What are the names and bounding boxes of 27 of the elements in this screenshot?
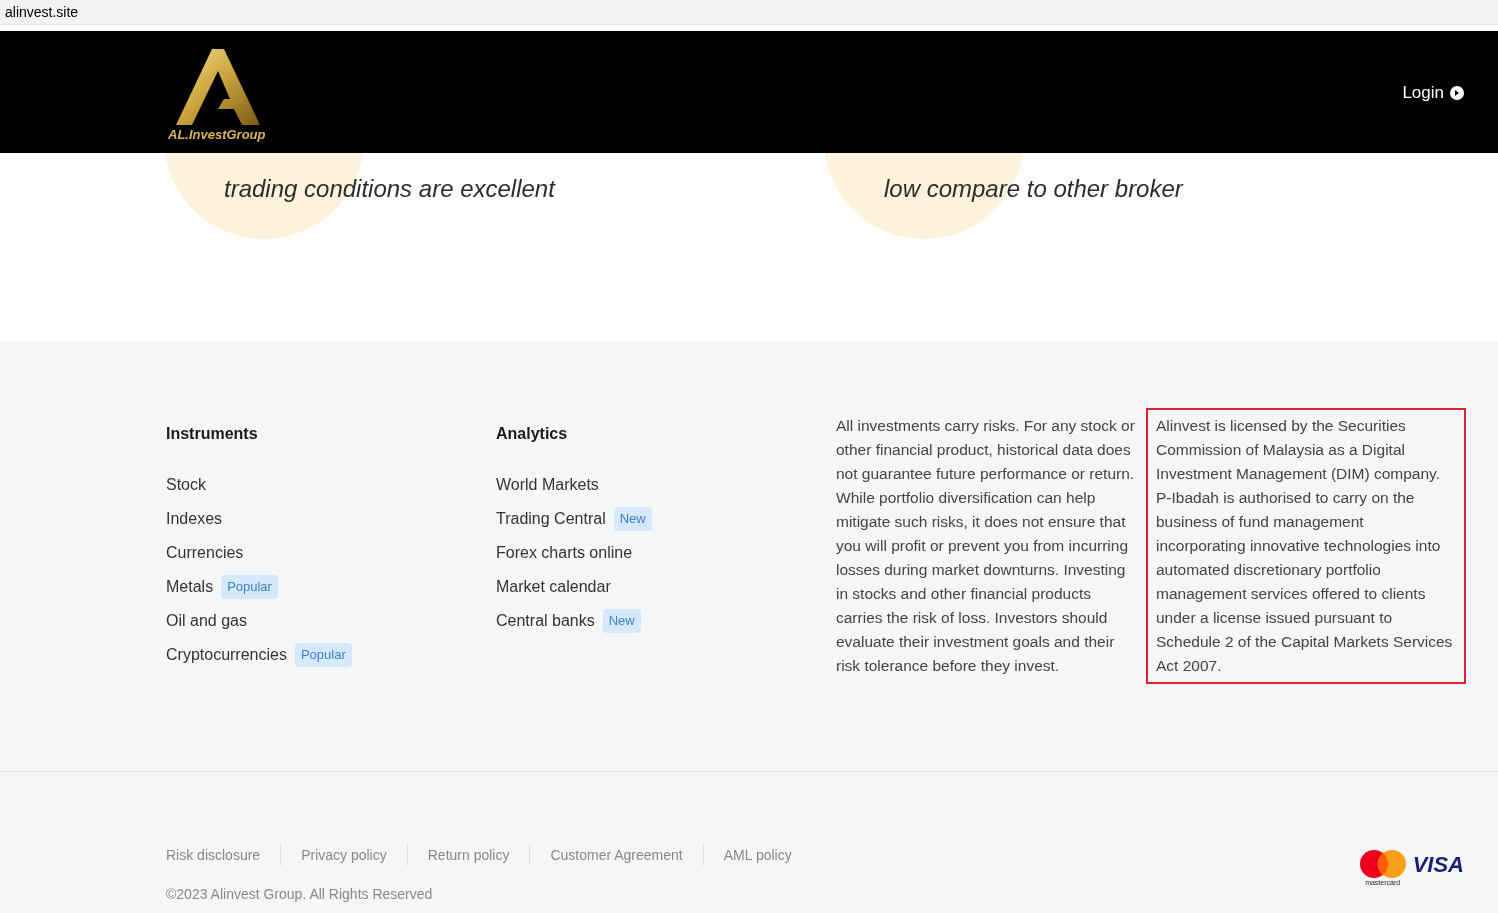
footer-link[interactable]: World Markets bbox=[496, 473, 599, 497]
column-heading: Analytics bbox=[496, 424, 569, 442]
footer-link[interactable]: Trading Central bbox=[496, 507, 606, 531]
testimonial-text: low compare to other broker bbox=[884, 174, 1183, 204]
notice-paragraph: Alinvest is licensed by the Securities Commission of Malaysia as a Digital Investment Management (DIM) company. P-Ibadah is authorised to carry on the business of fund management incorporating innovative technologies into automated discretionary portfolio management services offered to clients under a license issued pursuant to Schedule 2 of the Capital Markets Services Act 2007. bbox=[1156, 416, 1454, 676]
footer-link[interactable]: Indexes bbox=[166, 507, 223, 531]
footer-link[interactable]: Oil and gas bbox=[166, 609, 247, 633]
arrow-circle-icon bbox=[1450, 86, 1464, 100]
footer-link[interactable]: Currencies bbox=[166, 541, 244, 565]
tag-badge: Popular bbox=[221, 575, 278, 599]
login-link[interactable]: Login bbox=[1402, 80, 1464, 106]
footer-link[interactable]: Central banks bbox=[496, 609, 595, 633]
url-text: alinvest.site bbox=[5, 2, 79, 22]
column-heading: Instruments bbox=[166, 424, 259, 442]
footer-link[interactable]: Cryptocurrencies bbox=[166, 643, 287, 667]
testimonial-text: trading conditions are excellent bbox=[224, 174, 555, 204]
tag-badge: New bbox=[613, 507, 652, 531]
visa-logo: VISA bbox=[1412, 851, 1464, 879]
tag-badge: New bbox=[602, 609, 641, 633]
logo-text: AL.InvestGroup bbox=[168, 126, 266, 145]
tag-badge: Popular bbox=[294, 643, 352, 667]
footer-link[interactable]: Metals bbox=[166, 575, 214, 599]
notice-paragraph: All investments carry risks. For any stock or other financial product, historical data does not guarantee future performance or return. While portfolio diversification can help mitigate such risks, it does not ensure that you will profit or prevent you from incurring losses during market downturns. Investing in stocks and other financial products carries the risk of loss. Investors should evaluate their investment goals and their risk tolerance before they invest. bbox=[836, 416, 1136, 676]
copyright-text: ©2023 Alinvest Group. All Rights Reserved bbox=[166, 885, 434, 904]
footer-link[interactable]: Market calendar bbox=[496, 575, 611, 599]
footer-link[interactable]: Stock bbox=[166, 473, 206, 497]
footer-link[interactable]: Forex charts online bbox=[496, 541, 633, 565]
